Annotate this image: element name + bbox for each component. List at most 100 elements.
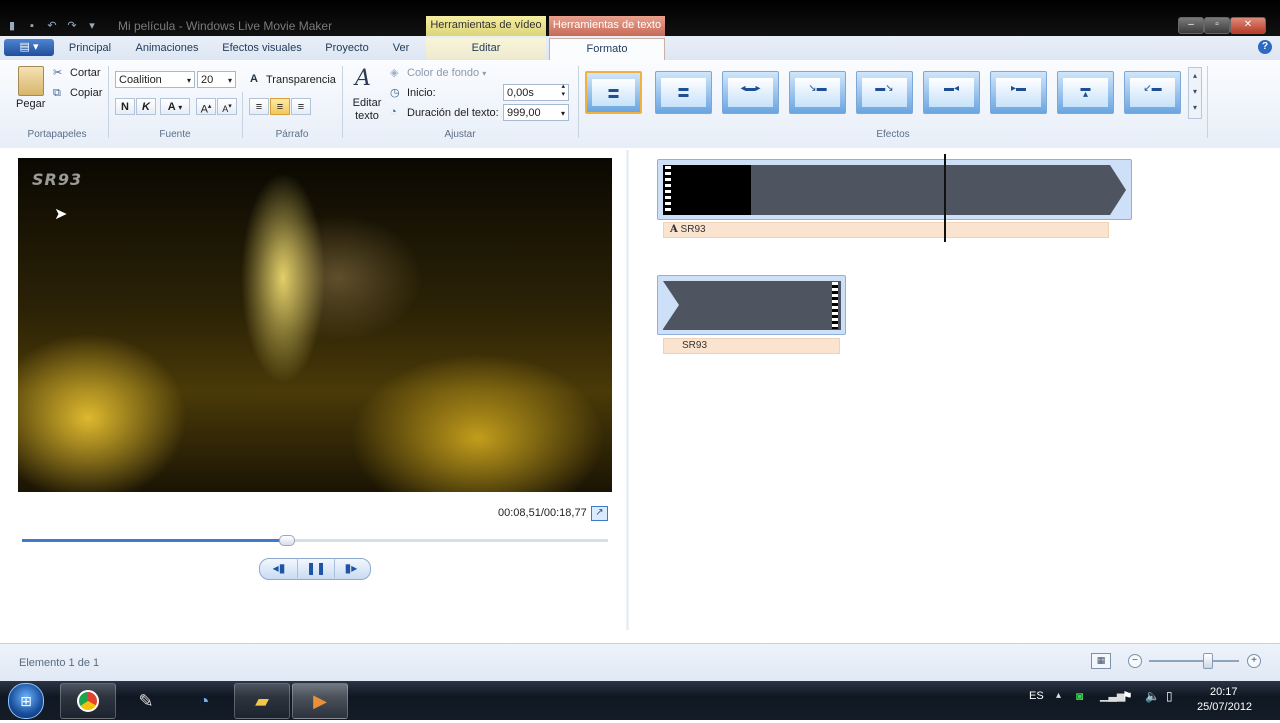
title-caption-1[interactable]: A SR93 [663,222,1109,238]
effect-7[interactable]: ▬ ▴ [1057,71,1114,114]
zoom-in-icon[interactable]: + [1247,654,1261,668]
spinner-icon[interactable]: ▴ ▾ [561,83,565,99]
tab-proyecto[interactable]: Proyecto [320,38,374,59]
group-label-adjust: Ajustar [444,129,476,140]
tab-efectos-visuales[interactable]: Efectos visuales [218,38,306,59]
ribbon-separator [578,66,579,138]
undo-icon[interactable]: ↶ [44,18,60,34]
paint-bucket-icon: ◈ [390,67,399,79]
clock-time[interactable]: 20:17 [1210,686,1238,698]
qat-dropdown-icon[interactable]: ▾ [84,18,100,34]
save-icon[interactable]: ▪ [24,18,40,34]
video-preview[interactable]: SR93 ➤ [18,158,612,492]
effect-6[interactable]: ▸▬ [990,71,1047,114]
next-frame-button[interactable]: ▮▸ [333,558,369,578]
language-indicator[interactable]: ES [1029,690,1044,702]
clip-arrow-icon [1110,165,1126,215]
edit-text-button[interactable]: Editar texto [350,97,384,123]
italic-button[interactable]: K [136,98,156,115]
seek-thumb[interactable] [279,535,295,546]
transparency-icon: A [250,73,258,85]
close-button[interactable]: ✕ [1230,17,1266,34]
effect-1[interactable]: ▬ ▬ [655,71,712,114]
background-color-label: Color de fondo [407,67,480,79]
bold-button[interactable]: N [115,98,135,115]
start-time-input[interactable]: 0,00s ▴ ▾ [503,83,569,101]
fullscreen-button[interactable]: ↗ [591,506,608,521]
start-time-value: 0,00s [507,87,534,99]
taskbar-paint[interactable]: ✎ [118,683,174,719]
font-size-select[interactable]: 20 ▾ [197,71,236,88]
align-left-icon: ≡ [255,101,263,113]
effect-3[interactable]: ↘▬ [789,71,846,114]
gallery-up-icon[interactable]: ▴ [1193,71,1197,80]
arrow-slant-icon: ▬↘ [875,83,894,94]
effect-none[interactable]: ▬ ▬ [585,71,642,114]
gallery-more-icon[interactable]: ▾ [1193,103,1197,112]
previous-frame-button[interactable]: ◂▮ [261,558,297,578]
arrow-curve-icon: ↙▬ [1143,83,1162,94]
font-family-value: Coalition [119,74,162,86]
align-right-button[interactable]: ≡ [291,98,311,115]
tray-app-icon[interactable]: ◙ [1076,689,1083,703]
tab-formato[interactable]: Formato [549,38,665,62]
tab-editar[interactable]: Editar [426,38,546,59]
group-label-effects: Efectos [876,129,910,140]
ribbon-separator [342,66,343,138]
redo-icon[interactable]: ↷ [64,18,80,34]
taskbar-explorer[interactable]: ▰ [234,683,290,719]
copy-button[interactable]: Copiar [70,87,102,99]
help-icon[interactable]: ? [1258,40,1272,54]
effect-4[interactable]: ▬↘ [856,71,913,114]
cut-button[interactable]: Cortar [70,67,101,79]
taskbar-chrome[interactable] [60,683,116,719]
font-color-button[interactable]: A ▾ [160,98,190,115]
transparency-button[interactable]: Transparencia [266,74,336,86]
gallery-down-icon[interactable]: ▾ [1193,87,1197,96]
duration-select[interactable]: 999,00 ▾ [503,104,569,121]
minimize-button[interactable]: – [1178,17,1204,34]
pause-button[interactable]: ❚❚ [297,558,335,578]
pane-divider[interactable] [626,150,629,630]
taskbar-movie-maker[interactable]: ▶ [292,683,348,719]
caption-1-text: SR93 [680,224,706,235]
taskbar-app-swirl[interactable]: ◔ [176,683,232,719]
swirl-icon: ◔ [198,691,210,711]
tab-ver[interactable]: Ver [386,38,416,59]
gallery-scroll[interactable]: ▴ ▾ ▾ [1188,67,1202,119]
tab-animaciones[interactable]: Animaciones [130,38,204,59]
tray-expand-icon[interactable]: ▴ [1056,690,1061,701]
start-time-label: Inicio: [407,87,436,99]
action-center-icon[interactable]: ⚑ [1122,689,1133,703]
effect-2[interactable]: ◂▬▸ [722,71,779,114]
power-icon[interactable]: ▯ [1166,689,1173,703]
app-menu-button[interactable]: ▤ ▾ [4,39,54,56]
edit-text-icon: A [355,66,371,91]
title-caption-2[interactable]: SR93 [663,338,840,354]
align-center-button[interactable]: ≡ [270,98,290,115]
paste-button[interactable]: Pegar [16,98,45,110]
playhead[interactable] [944,154,946,242]
lines-icon: ▬ ▬ [608,84,619,101]
ribbon-separator [1207,66,1208,138]
zoom-out-icon[interactable]: − [1128,654,1142,668]
font-family-select[interactable]: Coalition ▾ [115,71,195,88]
shrink-font-button[interactable]: A▾ [217,98,237,115]
maximize-button[interactable]: ▫ [1204,17,1230,34]
align-left-button[interactable]: ≡ [249,98,269,115]
effect-5[interactable]: ▬◂ [923,71,980,114]
zoom-thumb[interactable] [1203,653,1213,669]
zoom-slider[interactable] [1149,660,1239,662]
group-label-clipboard: Portapapeles [27,129,87,140]
grow-font-button[interactable]: A▴ [196,98,216,116]
effect-8[interactable]: ↙▬ [1124,71,1181,114]
volume-icon[interactable]: 🔈 [1145,689,1160,703]
watermark: SR93 [32,170,83,189]
clock-date[interactable]: 25/07/2012 [1197,701,1252,713]
tab-principal[interactable]: Principal [62,38,118,59]
arrows-horizontal-icon: ◂▬▸ [740,83,761,94]
thumbnail-size-icon[interactable]: ▦ [1091,653,1111,669]
start-button[interactable]: ⊞ [8,683,44,719]
windows-logo-icon: ⊞ [20,693,32,709]
paste-icon[interactable] [18,66,44,96]
